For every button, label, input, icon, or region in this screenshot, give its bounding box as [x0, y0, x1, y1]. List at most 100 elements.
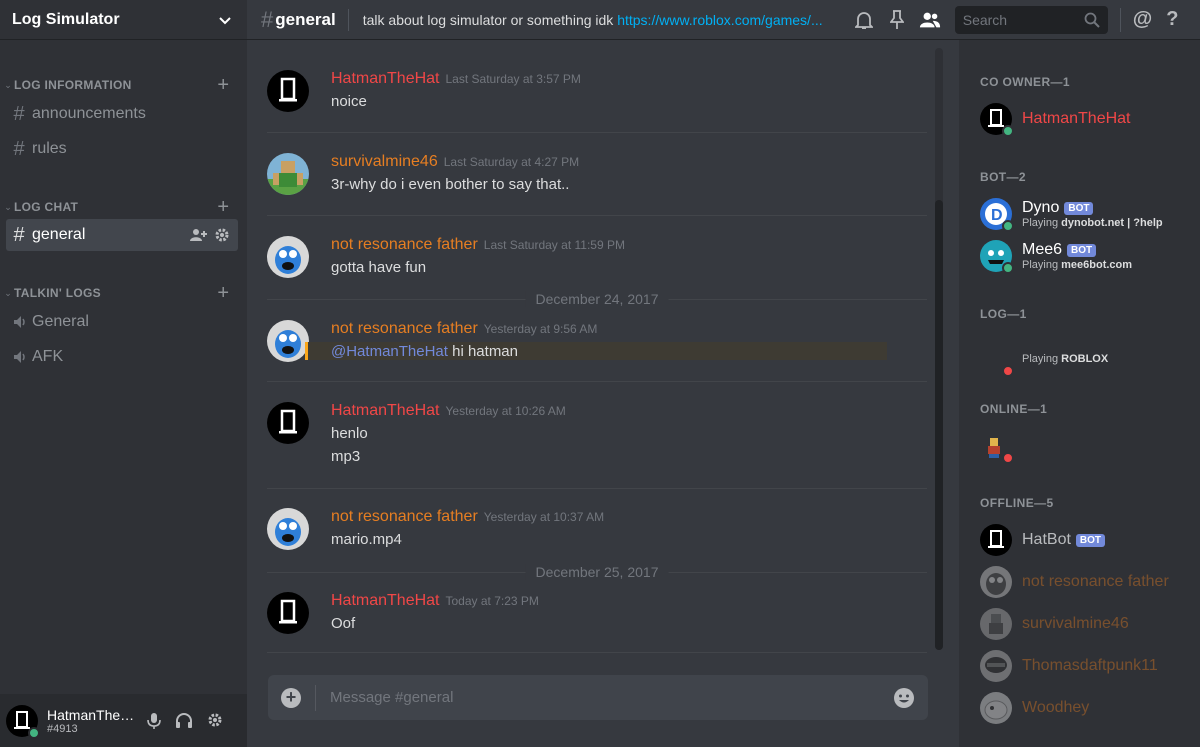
svg-text:D: D — [991, 207, 1003, 224]
microphone-icon[interactable] — [147, 712, 161, 730]
member-mee6[interactable]: Mee6 BOT Playing mee6bot.com — [980, 238, 1195, 274]
search-placeholder: Search — [962, 11, 1008, 28]
create-channel-icon[interactable]: + — [217, 283, 229, 303]
channel-rules[interactable]: # rules — [6, 133, 238, 165]
category-log-chat[interactable]: ⌄ LOG CHAT + — [0, 197, 247, 217]
pin-icon[interactable] — [886, 9, 908, 31]
member-survivalmine46[interactable]: survivalmine46 — [980, 606, 1195, 642]
channel-topic: talk about log simulator or something id… — [363, 12, 841, 28]
category-log-information[interactable]: ⌄ LOG INFORMATION + — [0, 75, 247, 95]
avatar — [980, 524, 1012, 556]
avatar — [980, 692, 1012, 724]
message-placeholder: Message #general — [330, 689, 454, 706]
message-text: mp3 — [331, 448, 361, 465]
message-author[interactable]: HatmanTheHat — [331, 70, 440, 87]
message-author[interactable]: not resonance father — [331, 508, 478, 525]
invite-user-icon[interactable] — [190, 227, 208, 243]
search-input[interactable]: Search — [954, 5, 1108, 34]
gear-icon[interactable] — [207, 712, 223, 728]
collapse-arrow-icon: ⌄ — [4, 79, 12, 90]
channel-sidebar: Log Simulator ⌄ LOG INFORMATION + # anno… — [0, 0, 247, 747]
avatar[interactable] — [267, 236, 309, 278]
member-online[interactable] — [980, 428, 1195, 464]
message-divider — [267, 132, 927, 133]
guild-name: Log Simulator — [12, 10, 120, 28]
message-author[interactable]: HatmanTheHat — [331, 402, 440, 419]
member-list: CO OWNER—1 HatmanTheHat BOT—2 D Dyno BOT … — [959, 40, 1200, 747]
member-name: Mee6 — [1022, 241, 1063, 258]
dnd-status-icon — [1002, 452, 1014, 464]
message-text: noice — [331, 93, 367, 110]
members-icon[interactable] — [919, 9, 941, 31]
message-author[interactable]: not resonance father — [331, 320, 478, 337]
member-name: survivalmine46 — [1022, 615, 1129, 632]
user-mention[interactable]: @HatmanTheHat — [331, 343, 448, 360]
username: HatmanTheH.. — [47, 706, 135, 723]
message-author[interactable]: HatmanTheHat — [331, 592, 440, 609]
channel-label: AFK — [32, 348, 64, 365]
category-talkin-logs[interactable]: ⌄ TALKIN' LOGS + — [0, 283, 247, 303]
member-name: Woodhey — [1022, 699, 1090, 716]
create-channel-icon[interactable]: + — [217, 75, 229, 95]
avatar[interactable] — [267, 70, 309, 112]
category-label: LOG CHAT — [14, 200, 79, 214]
message-divider — [267, 488, 927, 489]
member-hatmanthehat[interactable]: HatmanTheHat — [980, 101, 1195, 137]
avatar[interactable] — [267, 402, 309, 444]
composer-divider — [315, 684, 316, 711]
bot-badge: BOT — [1064, 201, 1094, 215]
chevron-down-icon[interactable] — [217, 12, 233, 28]
topic-text: talk about log simulator or something id… — [362, 11, 618, 28]
message-author[interactable]: not resonance father — [331, 236, 478, 253]
avatar[interactable] — [267, 508, 309, 550]
gear-icon[interactable] — [214, 227, 230, 243]
member-dyno[interactable]: D Dyno BOT Playing dynobot.net | ?help — [980, 196, 1195, 232]
member-log[interactable]: Playing ROBLOX — [980, 341, 1195, 377]
online-status-icon — [1002, 125, 1014, 137]
member-name: HatBot — [1022, 531, 1071, 548]
message-text: mario.mp4 — [331, 531, 402, 548]
emoji-icon[interactable] — [893, 687, 915, 709]
member-group-header: OFFLINE—5 — [980, 496, 1054, 510]
message-input[interactable]: + Message #general — [268, 675, 928, 720]
hash-icon: # — [13, 102, 25, 125]
member-activity: Playing mee6bot.com — [1022, 259, 1133, 271]
channel-label: announcements — [32, 105, 146, 122]
speaker-icon — [14, 316, 25, 328]
mentions-icon[interactable]: @ — [1133, 8, 1153, 31]
speaker-icon — [14, 351, 25, 363]
message-list: HatmanTheHat Last Saturday at 3:57 PM noi… — [247, 40, 943, 660]
avatar[interactable] — [267, 592, 309, 634]
avatar[interactable] — [6, 704, 40, 739]
help-icon[interactable]: ? — [1166, 8, 1178, 31]
bot-badge: BOT — [1067, 243, 1097, 257]
member-not-resonance-father[interactable]: not resonance father — [980, 564, 1195, 600]
date-divider-label: December 24, 2017 — [525, 291, 669, 307]
message-author[interactable]: survivalmine46 — [331, 153, 438, 170]
scrollbar-thumb[interactable] — [935, 200, 943, 650]
channel-general[interactable]: # general — [6, 219, 238, 251]
avatar: D — [980, 198, 1014, 232]
member-hatbot[interactable]: HatBot BOT — [980, 522, 1195, 558]
hash-icon: # — [13, 137, 25, 160]
avatar[interactable] — [267, 153, 309, 195]
create-channel-icon[interactable]: + — [217, 197, 229, 217]
avatar[interactable] — [267, 320, 309, 362]
dnd-status-icon — [1002, 365, 1014, 377]
topic-link[interactable]: https://www.roblox.com/games/... — [617, 12, 822, 28]
message-timestamp: Last Saturday at 11:59 PM — [483, 238, 625, 252]
member-group-header: CO OWNER—1 — [980, 75, 1071, 89]
member-thomasdaftpunk11[interactable]: Thomasdaftpunk11 — [980, 648, 1195, 684]
headphones-icon[interactable] — [175, 712, 193, 730]
member-woodhey[interactable]: Woodhey — [980, 690, 1195, 726]
voice-channel-general[interactable]: General — [6, 306, 238, 338]
bell-icon[interactable] — [853, 9, 875, 31]
channel-announcements[interactable]: # announcements — [6, 98, 238, 130]
guild-header[interactable]: Log Simulator — [0, 0, 247, 40]
header-divider — [1119, 7, 1121, 32]
collapse-arrow-icon: ⌄ — [4, 201, 12, 212]
avatar — [980, 430, 1014, 464]
upload-plus-icon[interactable]: + — [281, 687, 301, 708]
voice-channel-afk[interactable]: AFK — [6, 341, 238, 373]
channel-label: rules — [32, 140, 67, 157]
